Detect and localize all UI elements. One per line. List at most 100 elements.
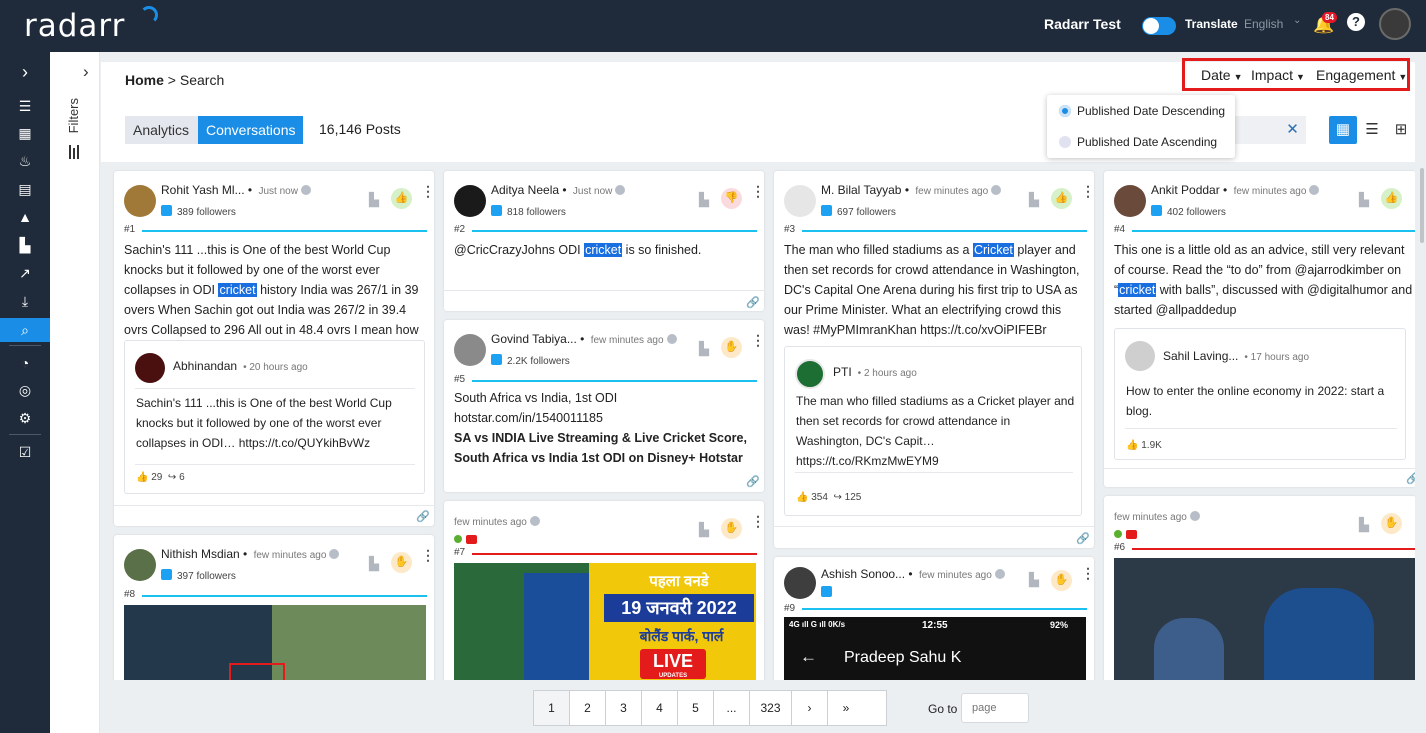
info-icon[interactable] [994,569,1005,579]
neutral-sentiment-icon[interactable]: ✋ [721,337,742,358]
neutral-sentiment-icon[interactable]: ✋ [1051,570,1072,591]
thumbs-up-icon[interactable]: 👍 [1381,188,1402,209]
author-name[interactable]: Ashish Sonoo... • few minutes ago [821,567,1005,581]
author-name[interactable]: Nithish Msdian • few minutes ago [161,547,340,561]
more-options-icon[interactable]: ⋮ [421,184,434,206]
page-2[interactable]: 2 [570,691,606,725]
post-card[interactable]: Govind Tabiya... • few minutes ago 2.2K … [444,320,764,492]
post-card[interactable]: M. Bilal Tayyab • few minutes ago 697 fo… [774,171,1094,548]
avatar[interactable] [795,359,825,389]
factory-icon[interactable]: ▙ [1355,191,1373,208]
gear-icon[interactable]: ⚙ [0,406,50,430]
page-1[interactable]: 1 [534,691,570,725]
analytics-icon[interactable]: ↗ [0,261,50,285]
info-icon[interactable] [300,185,311,195]
quoted-author[interactable]: PTI • 2 hours ago [833,365,917,379]
avatar[interactable] [784,185,816,217]
factory-icon[interactable]: ▙ [365,555,383,572]
dashboard-icon[interactable]: ▦ [0,121,50,145]
filters-label[interactable]: Filters [66,98,81,133]
more-options-icon[interactable]: ⋮ [1081,566,1094,588]
page-input[interactable] [961,693,1029,723]
thumbs-down-icon[interactable]: 👎 [721,188,742,209]
author-name[interactable]: M. Bilal Tayyab • few minutes ago [821,183,1002,197]
page-3[interactable]: 3 [606,691,642,725]
last-page-icon[interactable]: » [828,691,864,725]
author-name[interactable]: Aditya Neela • Just now [491,183,626,197]
sort-impact[interactable]: Impact ▼ [1251,67,1305,83]
author-name[interactable]: Rohit Yash Ml... • Just now [161,183,311,197]
page-ellipsis[interactable]: ... [714,691,750,725]
tab-analytics[interactable]: Analytics [125,116,198,144]
post-card[interactable]: Ashish Sonoo... • few minutes ago ▙ ✋ ⋮ … [774,557,1094,680]
factory-icon[interactable]: ▙ [695,521,713,538]
radio-selected-icon[interactable] [1059,105,1071,117]
thumbs-up-icon[interactable]: 👍 [391,188,412,209]
info-icon[interactable] [329,549,340,559]
more-options-icon[interactable]: ⋮ [1081,184,1094,206]
neutral-sentiment-icon[interactable]: ✋ [721,518,742,539]
account-name[interactable]: Radarr Test [1044,16,1121,32]
radio-icon[interactable] [1059,136,1071,148]
factory-icon[interactable]: ▙ [695,191,713,208]
neutral-sentiment-icon[interactable]: ✋ [391,552,412,573]
sort-engagement[interactable]: Engagement ▼ [1316,67,1407,83]
quoted-author[interactable]: Sahil Laving... • 17 hours ago [1163,349,1309,363]
info-icon[interactable] [991,185,1002,195]
avatar[interactable] [454,185,486,217]
thumbs-up-icon[interactable]: 👍 [1051,188,1072,209]
post-image[interactable]: पहला वनडे 19 जनवरी 2022 बोलैंड पार्क, पा… [454,563,756,680]
alert-icon[interactable]: ▲ [0,205,50,229]
page-5[interactable]: 5 [678,691,714,725]
info-icon[interactable] [666,334,677,344]
help-icon[interactable]: ? [1347,13,1365,31]
filter-bars-icon[interactable] [69,145,79,159]
tab-conversations[interactable]: Conversations [198,116,303,144]
info-icon[interactable] [1309,185,1320,195]
factory-icon[interactable]: ▙ [695,340,713,357]
info-icon[interactable] [1189,511,1200,521]
chevron-down-icon[interactable]: ⌄ [1293,15,1301,26]
post-card[interactable]: Nithish Msdian • few minutes ago 397 fol… [114,535,434,680]
more-options-icon[interactable]: ⋮ [751,184,764,206]
expand-chevron-icon[interactable]: › [0,60,50,84]
author-name[interactable]: Govind Tabiya... • few minutes ago [491,332,677,346]
avatar[interactable] [135,353,165,383]
link-icon[interactable]: 🔗 [1076,532,1090,545]
speedometer-icon[interactable]: ◔ [0,351,50,375]
post-card[interactable]: Rohit Yash Ml... • Just now 389 follower… [114,171,434,526]
info-icon[interactable] [529,516,540,526]
avatar[interactable] [124,185,156,217]
language-select[interactable]: English [1244,17,1283,31]
chevron-right-icon[interactable]: › [83,62,89,82]
close-icon[interactable]: ✕ [1280,116,1305,144]
quoted-post[interactable]: Abhinandan • 20 hours ago Sachin's 111 ..… [124,340,425,494]
post-image[interactable] [124,605,426,680]
database-icon[interactable]: ☰ [0,94,50,118]
translate-toggle[interactable] [1142,17,1176,35]
grid-view-icon[interactable]: ▦ [1329,116,1357,144]
post-card[interactable]: few minutes ago ▙ ✋ ⋮ #6 [1104,496,1415,680]
avatar[interactable] [454,334,486,366]
download-icon[interactable]: ⤓ [0,289,50,313]
link-icon[interactable]: 🔗 [746,296,760,309]
list-view-icon[interactable]: ☰ [1358,116,1386,144]
feed-scrollbar[interactable] [1417,163,1426,680]
page-last[interactable]: 323 [750,691,792,725]
factory-icon[interactable]: ▙ [1025,191,1043,208]
post-card[interactable]: Ankit Poddar • few minutes ago 402 follo… [1104,171,1415,487]
author-name[interactable]: Ankit Poddar • few minutes ago [1151,183,1320,197]
user-avatar[interactable] [1379,8,1411,40]
flame-icon[interactable]: ♨ [0,149,50,173]
quoted-post[interactable]: Sahil Laving... • 17 hours ago How to ent… [1114,328,1406,460]
link-preview-title[interactable]: SA vs INDIA Live Streaming & Live Cricke… [454,428,758,468]
tile-view-icon[interactable]: ⊞ [1387,116,1415,144]
avatar[interactable] [1125,341,1155,371]
factory-icon[interactable]: ▙ [1355,516,1373,533]
link-icon[interactable]: 🔗 [416,510,430,523]
radarr-logo[interactable]: radarr [24,8,125,44]
sort-option-ascending[interactable]: Published Date Ascending [1059,135,1217,149]
avatar[interactable] [1114,185,1146,217]
quoted-post[interactable]: PTI • 2 hours ago The man who filled stad… [784,346,1082,516]
sort-date[interactable]: Date ▼ [1201,67,1243,83]
